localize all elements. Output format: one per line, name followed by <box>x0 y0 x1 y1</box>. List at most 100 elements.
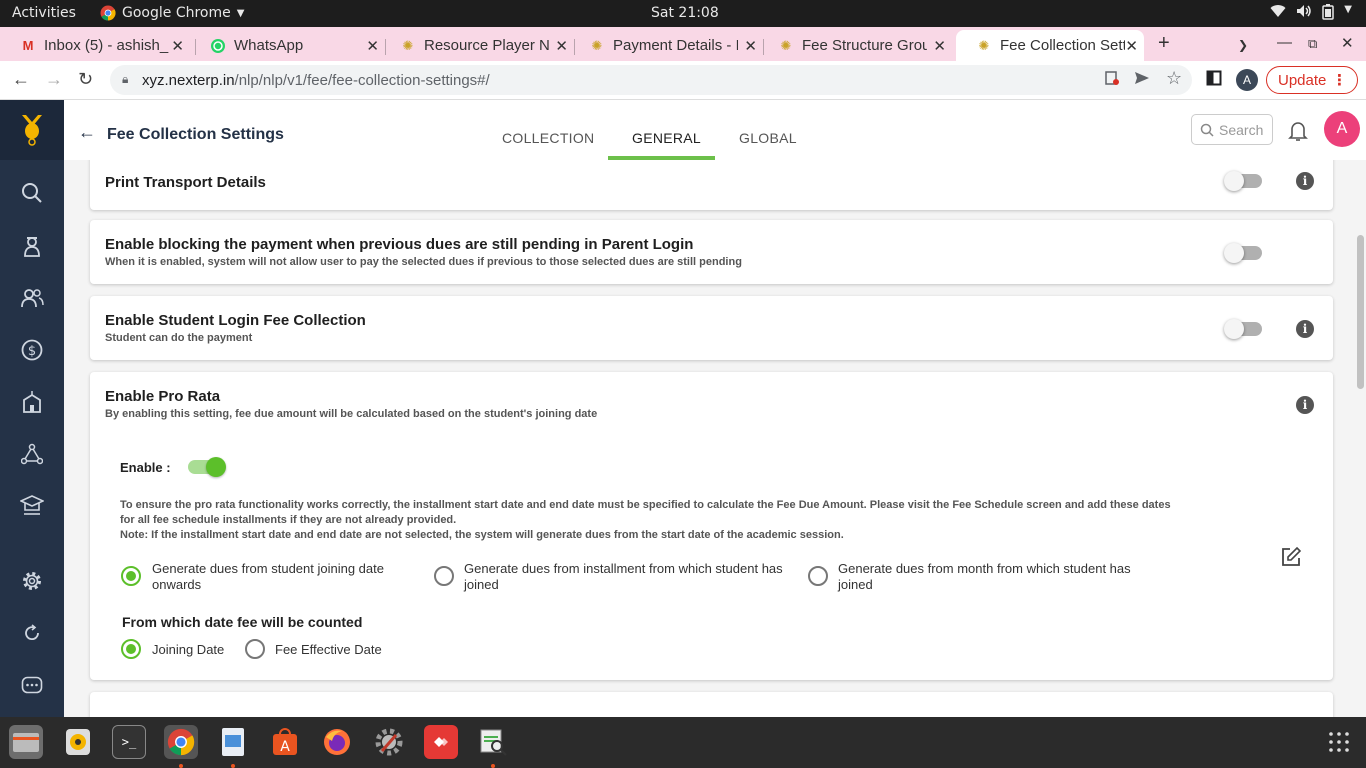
close-icon[interactable]: ✕ <box>744 37 757 55</box>
setting-card-student-login: Enable Student Login Fee Collection Stud… <box>90 296 1333 360</box>
restore-button[interactable]: ⧉ <box>1308 36 1317 52</box>
network-icon[interactable] <box>20 442 44 466</box>
side-panel-icon[interactable] <box>1206 70 1222 91</box>
graduation-cap-icon[interactable] <box>20 493 44 517</box>
setting-card-pro-rata: Enable Pro Rata By enabling this setting… <box>90 372 1333 680</box>
tab-label: Fee Structure Grou <box>802 37 927 54</box>
anydesk-icon[interactable] <box>424 725 458 759</box>
activities-button[interactable]: Activities <box>12 5 76 21</box>
tab-search-chevron-icon[interactable]: ❯ <box>1238 38 1248 52</box>
files-icon[interactable] <box>9 725 43 759</box>
tab-label: Resource Player N <box>424 37 549 54</box>
browser-tab-gmail[interactable]: M Inbox (5) - ashish_ ✕ <box>0 30 190 61</box>
radio-label: Joining Date <box>152 642 225 657</box>
setting-card-block-payment: Enable blocking the payment when previou… <box>90 220 1333 284</box>
nexterp-icon: ✺ <box>402 37 414 53</box>
radio-joining-date[interactable] <box>121 639 141 659</box>
document-viewer-icon[interactable] <box>476 725 510 759</box>
reload-icon[interactable]: ↻ <box>78 69 93 90</box>
radio-generate-month[interactable] <box>808 566 828 586</box>
app-sidebar: $ <box>0 100 64 717</box>
back-arrow-icon[interactable]: ← <box>78 122 96 143</box>
school-building-icon[interactable] <box>20 390 44 414</box>
tab-general[interactable]: GENERAL <box>632 130 701 146</box>
address-bar[interactable]: 🔒︎ xyz.nexterp.in/nlp/nlp/v1/fee/fee-col… <box>110 65 1192 95</box>
bookmark-star-icon[interactable]: ☆ <box>1166 68 1182 89</box>
close-icon[interactable]: ✕ <box>1125 37 1138 55</box>
setting-title: Enable Pro Rata <box>105 388 221 405</box>
back-arrow-icon[interactable]: ← <box>12 69 30 90</box>
blocked-popup-icon[interactable] <box>1104 70 1120 91</box>
settings-tool-icon[interactable] <box>372 725 406 759</box>
software-center-icon[interactable]: A <box>268 725 302 759</box>
info-icon[interactable]: i <box>1296 396 1314 414</box>
app-logo[interactable] <box>0 100 64 160</box>
radio-generate-joining-date[interactable] <box>121 566 141 586</box>
users-icon[interactable] <box>20 286 44 310</box>
profile-avatar[interactable]: A <box>1236 69 1258 91</box>
close-icon[interactable]: ✕ <box>171 37 184 55</box>
pro-rata-note: To ensure the pro rata functionality wor… <box>120 498 1180 543</box>
chrome-icon[interactable] <box>164 725 198 759</box>
firefox-icon[interactable] <box>320 725 354 759</box>
search-input[interactable]: Search <box>1191 114 1273 145</box>
minimize-button[interactable]: — <box>1277 34 1292 51</box>
send-icon[interactable] <box>1134 70 1150 91</box>
pro-rata-enable-toggle[interactable] <box>188 457 226 477</box>
system-tray[interactable]: ▼ <box>1270 4 1352 24</box>
gmail-icon: M <box>22 38 34 53</box>
close-icon[interactable]: ✕ <box>366 37 379 55</box>
browser-tab-fee-structure[interactable]: ✺ Fee Structure Grou ✕ <box>758 30 952 61</box>
tab-collection[interactable]: COLLECTION <box>502 130 594 146</box>
student-login-toggle[interactable] <box>1224 319 1262 339</box>
search-icon[interactable] <box>20 181 44 205</box>
radio-label: Fee Effective Date <box>275 642 382 657</box>
app-grid-icon[interactable] <box>1322 725 1356 759</box>
update-button[interactable]: Update ⋮ <box>1266 66 1358 94</box>
app-menu[interactable]: Google Chrome ▼ <box>100 5 244 21</box>
pro-rata-note-line1: To ensure the pro rata functionality wor… <box>120 499 1171 526</box>
radio-fee-effective-date[interactable] <box>245 639 265 659</box>
gear-icon[interactable] <box>20 569 44 593</box>
tab-global[interactable]: GLOBAL <box>739 130 797 146</box>
block-payment-toggle[interactable] <box>1224 243 1262 263</box>
new-tab-button[interactable]: + <box>1158 32 1170 55</box>
image-viewer-icon[interactable] <box>216 725 250 759</box>
terminal-icon[interactable]: >_ <box>112 725 146 759</box>
chrome-icon <box>100 5 116 21</box>
student-icon[interactable] <box>20 234 44 258</box>
close-icon[interactable]: ✕ <box>555 37 568 55</box>
setting-subtitle: By enabling this setting, fee due amount… <box>105 408 598 420</box>
setting-subtitle: When it is enabled, system will not allo… <box>105 256 742 268</box>
refresh-icon[interactable] <box>20 621 44 645</box>
kebab-menu-icon: ⋮ <box>1332 72 1347 89</box>
info-icon[interactable]: i <box>1296 320 1314 338</box>
clock[interactable]: Sat 21:08 <box>651 5 719 21</box>
dollar-icon[interactable]: $ <box>20 338 44 362</box>
pro-rata-note-line2: Note: If the installment start date and … <box>120 529 844 541</box>
window-close-button[interactable]: ✕ <box>1341 34 1354 52</box>
system-top-bar: Activities Google Chrome ▼ Sat 21:08 ▼ <box>0 0 1366 27</box>
scrollbar-thumb[interactable] <box>1357 235 1364 389</box>
app-header: ← Fee Collection Settings COLLECTION GEN… <box>64 100 1366 160</box>
search-placeholder: Search <box>1219 121 1264 138</box>
battery-icon <box>1322 4 1335 24</box>
radio-generate-installment[interactable] <box>434 566 454 586</box>
print-transport-toggle[interactable] <box>1224 171 1262 191</box>
forward-arrow-icon[interactable]: → <box>45 69 63 90</box>
browser-tab-fee-collection[interactable]: ✺ Fee Collection Setti ✕ <box>956 30 1144 61</box>
edit-icon[interactable] <box>1280 546 1302 573</box>
tab-label: Payment Details - I <box>613 37 738 54</box>
update-label: Update <box>1278 71 1327 89</box>
lock-icon: 🔒︎ <box>122 72 129 86</box>
close-icon[interactable]: ✕ <box>933 37 946 55</box>
user-avatar[interactable]: A <box>1324 111 1360 147</box>
browser-tab-whatsapp[interactable]: WhatsApp ✕ <box>190 30 385 61</box>
more-icon[interactable] <box>20 673 44 697</box>
browser-tab-resource-player[interactable]: ✺ Resource Player N ✕ <box>380 30 574 61</box>
info-icon[interactable]: i <box>1296 172 1314 190</box>
chevron-down-icon: ▼ <box>1344 4 1352 15</box>
browser-tab-payment-details[interactable]: ✺ Payment Details - I ✕ <box>569 30 763 61</box>
notification-bell-icon[interactable] <box>1288 120 1308 147</box>
rhythmbox-icon[interactable] <box>61 725 95 759</box>
